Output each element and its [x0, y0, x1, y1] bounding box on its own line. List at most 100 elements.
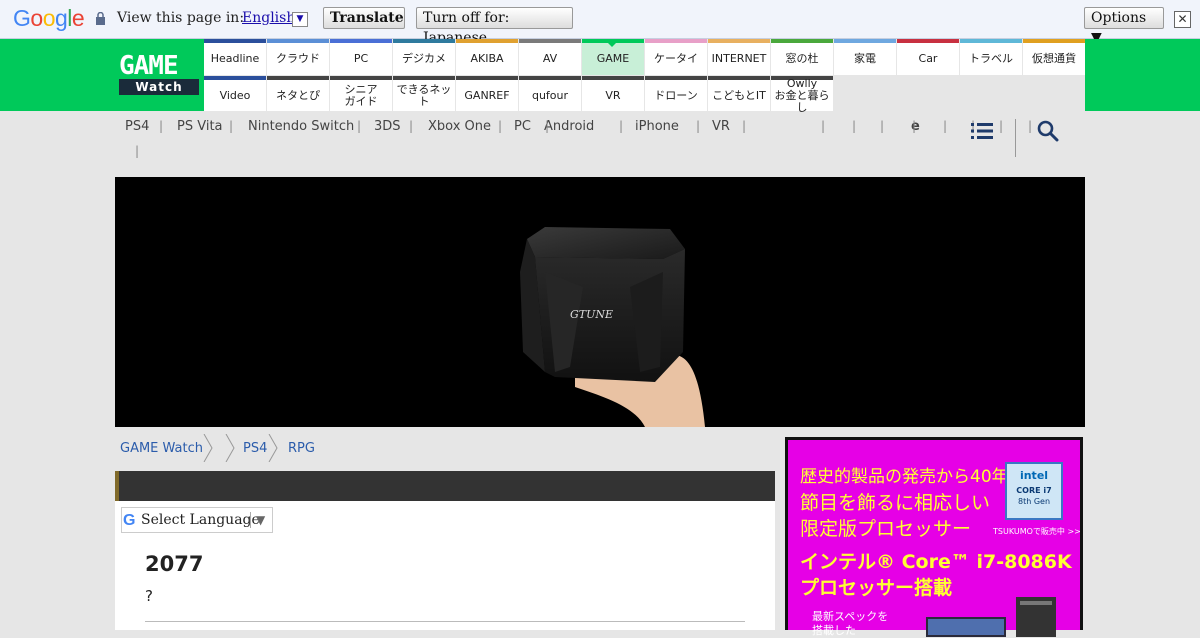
category-separator: | — [619, 119, 624, 133]
category-link[interactable]: iPhone — [635, 119, 679, 134]
category-separator: | — [409, 119, 414, 133]
category-bar: PS4 PS Vita Nintendo Switch 3DS Xbox One PC An… — [115, 111, 1085, 173]
chip-line-1: CORE i7 — [1016, 486, 1052, 495]
ad-line-2: 節目を飾るに相応しい — [800, 492, 991, 514]
lock-icon — [96, 12, 105, 25]
chevron-down-icon: ▼ — [256, 513, 266, 527]
divider — [1015, 119, 1016, 157]
category-separator: | — [696, 119, 701, 133]
category-separator: | — [545, 119, 550, 133]
nav-item-1[interactable]: クラウド — [267, 39, 329, 75]
category-separator: | — [943, 119, 948, 133]
nav-item-12[interactable]: トラベル — [960, 39, 1022, 75]
breadcrumb-ps4[interactable]: PS4 — [243, 441, 267, 456]
active-indicator — [607, 42, 617, 47]
chip-line-2: 8th Gen — [1017, 497, 1051, 506]
nav-item-row2-4[interactable]: GANREF — [456, 76, 518, 111]
category-separator: | — [498, 119, 503, 133]
nav-item-9[interactable]: 窓の杜 — [771, 39, 833, 75]
nav-item-11[interactable]: Car — [897, 39, 959, 75]
nav-item-2[interactable]: PC — [330, 39, 392, 75]
nav-item-row2-5[interactable]: qufour — [519, 76, 581, 111]
chip-brand: intel — [1019, 469, 1049, 482]
category-separator: | — [229, 119, 234, 133]
hero-brand-label: GTUNE — [570, 308, 613, 321]
nav-item-7[interactable]: ケータイ — [645, 39, 707, 75]
ad-store-link[interactable]: TSUKUMOで販売中 >> — [993, 526, 1081, 537]
category-link[interactable]: PC — [514, 119, 531, 134]
nav-item-13[interactable]: 仮想通貨 — [1023, 39, 1085, 75]
category-link[interactable]: 3DS — [374, 119, 401, 134]
category-link[interactable]: PS4 — [125, 119, 149, 134]
hero-banner[interactable]: GTUNE — [115, 177, 1085, 427]
category-separator: | — [1028, 119, 1033, 133]
nav-item-0[interactable]: Headline — [204, 39, 266, 75]
ad-small-2: 搭載した — [812, 624, 856, 637]
category-separator: | — [159, 119, 164, 133]
category-separator: | — [852, 119, 857, 133]
breadcrumb-rpg[interactable]: RPG — [288, 441, 315, 456]
google-logo: Google — [13, 5, 85, 32]
category-link[interactable]: VR — [712, 119, 730, 134]
article-title: 2077 — [145, 552, 204, 576]
select-language-dropdown[interactable]: G Select Language ▼ — [121, 507, 273, 533]
nav-item-8[interactable]: INTERNET — [708, 39, 770, 75]
nav-item-row2-1[interactable]: ネタとぴ — [267, 76, 329, 111]
options-button[interactable]: Options ▼ — [1084, 7, 1164, 46]
select-language-label: Select Language — [141, 512, 260, 528]
ad-line-1: 歴史的製品の発売から40年 — [800, 467, 1009, 487]
category-separator: | — [742, 119, 747, 133]
intel-chip-icon: intel CORE i7 8th Gen — [1005, 462, 1063, 520]
nav-item-row2-2[interactable]: シニア ガイド — [330, 76, 392, 111]
nav-item-row2-3[interactable]: できるネット — [393, 76, 455, 111]
site-nav: Headline クラウド PC デジカメ AKIBA AV GAME ケータイ INTERNE… — [204, 39, 1085, 113]
category-separator: | — [880, 119, 885, 133]
category-link[interactable]: PS Vita — [177, 119, 223, 134]
category-link[interactable]: Xbox One — [428, 119, 491, 134]
language-dropdown-icon[interactable]: ▼ — [292, 12, 308, 27]
translate-button[interactable]: Translate — [323, 7, 405, 29]
divider — [250, 512, 251, 528]
close-icon[interactable]: ✕ — [1174, 11, 1191, 28]
breadcrumb-chevron-icon — [203, 434, 213, 462]
breadcrumb-chevron-icon — [268, 434, 278, 462]
category-separator: | — [912, 119, 917, 133]
category-separator: | — [821, 119, 826, 133]
menu-icon[interactable] — [971, 122, 993, 140]
breadcrumb-game-watch[interactable]: GAME Watch — [120, 441, 203, 456]
translate-prompt: View this page in: — [117, 10, 245, 26]
google-g-icon: G — [123, 512, 136, 529]
logo-watch-text: Watch — [119, 79, 199, 95]
nav-item-5[interactable]: AV — [519, 39, 581, 75]
article-header-bar — [115, 471, 775, 501]
advertisement[interactable]: 歴史的製品の発売から40年 節目を飾るに相応しい 限定版プロセッサー インテル®… — [785, 437, 1083, 637]
breadcrumb-chevron-icon — [225, 434, 235, 462]
category-separator: | — [135, 144, 140, 158]
ad-headline-2: プロセッサー搭載 — [800, 577, 953, 599]
nav-item-row2-7[interactable]: ドローン — [645, 76, 707, 111]
nav-item-3[interactable]: デジカメ — [393, 39, 455, 75]
nav-item-row2-9[interactable]: Owlly お金と暮らし — [771, 76, 833, 113]
language-link[interactable]: English — [242, 10, 295, 26]
site-logo[interactable]: GAME Watch — [115, 39, 204, 111]
google-logo-letter: e — [71, 5, 85, 31]
divider — [145, 621, 745, 622]
category-link[interactable]: Android — [544, 119, 594, 134]
logo-game-text: GAME — [119, 51, 179, 81]
google-logo-letter: G — [13, 5, 31, 31]
google-logo-letter: o — [30, 5, 43, 31]
search-icon[interactable] — [1037, 120, 1059, 142]
translate-bar: Google View this page in: English ▼ Tran… — [0, 0, 1200, 46]
turn-off-button[interactable]: Turn off for: Japanese — [416, 7, 573, 46]
category-link[interactable]: Nintendo Switch — [248, 119, 354, 134]
nav-item-row2-8[interactable]: こどもとIT — [708, 76, 770, 111]
nav-item-10[interactable]: 家電 — [834, 39, 896, 75]
google-logo-letter: o — [42, 5, 56, 31]
nav-item-row2-0[interactable]: Video — [204, 76, 266, 111]
nav-item-4[interactable]: AKIBA — [456, 39, 518, 75]
nav-item-row2-6[interactable]: VR — [582, 76, 644, 111]
article-subtitle: ? — [145, 587, 153, 605]
gaming-pc-image: GTUNE — [520, 227, 705, 427]
pc-tower-image — [926, 597, 1056, 637]
category-separator: | — [999, 119, 1004, 133]
